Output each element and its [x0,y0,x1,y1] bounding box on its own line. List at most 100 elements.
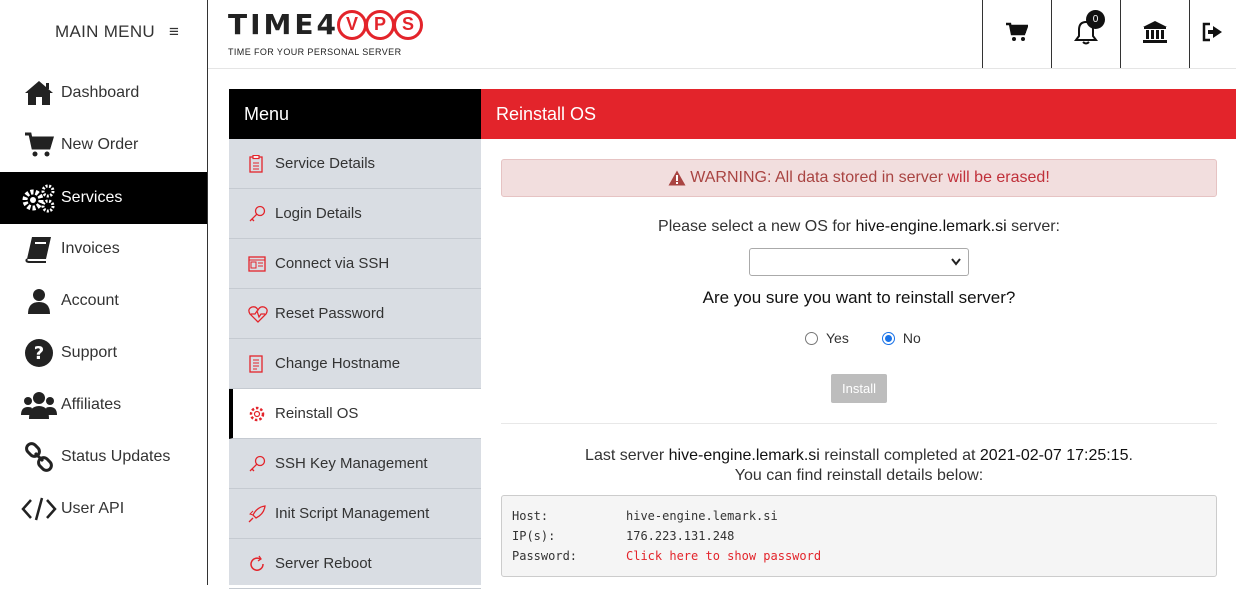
details-key: Password: [512,549,578,563]
divider [501,423,1217,424]
svg-text:?: ? [34,343,44,364]
menu-item-service-details[interactable]: Service Details [229,139,481,189]
sidebar-item-affiliates[interactable]: Affiliates [0,379,207,431]
select-os-prompt: Please select a new OS for hive-engine.l… [501,218,1217,236]
info-text: Last server [585,447,669,464]
terminal-window-icon [248,255,268,272]
menu-item-server-reboot[interactable]: Server Reboot [229,539,481,589]
sidebar-item-label: Services [61,189,123,206]
warning-emphasis: will be erased! [947,169,1050,186]
menu-item-change-hostname[interactable]: Change Hostname [229,339,481,389]
confirm-radio-group: Yes No [805,330,921,346]
sidebar-item-dashboard[interactable]: Dashboard [0,67,207,119]
clipboard-icon [248,154,268,173]
menu-item-reset-password[interactable]: Reset Password [229,289,481,339]
main-menu-title: MAIN MENU [55,22,155,41]
reinstall-timestamp: 2021-02-07 17:25:15 [979,447,1129,464]
sidebar-item-new-order[interactable]: New Order [0,119,207,171]
menu-item-label: Reinstall OS [275,405,359,422]
hamburger-icon[interactable]: ≡ [169,22,179,42]
sidebar-item-status-updates[interactable]: Status Updates [0,431,207,483]
menu-item-login-details[interactable]: Login Details [229,189,481,239]
time4vps-logo[interactable]: TIME4 V P S TIME FOR YOUR PERSONAL SERVE… [228,8,423,57]
notifications-button[interactable]: 0 [1051,0,1120,68]
logo-letter-s: S [393,9,423,40]
page-title: Reinstall OS [481,89,1236,139]
prompt-text: Please select a new OS for [658,218,856,235]
details-hint: You can find reinstall details below: [734,467,984,484]
details-key: Host: [512,509,549,523]
menu-item-label: Server Reboot [275,555,372,572]
main-sidebar: MAIN MENU ≡ Dashboard New Order Services… [0,0,208,585]
menu-item-label: Change Hostname [275,355,401,372]
prompt-text: server: [1006,218,1060,235]
sidebar-item-services[interactable]: Services [0,172,207,224]
sidebar-item-label: New Order [61,136,139,153]
info-text: . [1128,447,1133,464]
main-menu-header[interactable]: MAIN MENU ≡ [55,22,179,42]
sidebar-item-account[interactable]: Account [0,275,207,327]
chevron-down-icon [950,255,962,274]
sidebar-item-label: User API [61,500,125,517]
sidebar-item-label: Affiliates [61,396,122,413]
bank-icon [1142,20,1168,49]
sidebar-item-label: Invoices [61,240,120,257]
key-icon [248,205,268,223]
logout-button[interactable] [1189,0,1236,68]
radio-no[interactable] [881,331,895,345]
menu-item-ssh-key-management[interactable]: SSH Key Management [229,439,481,489]
details-key: IP(s): [512,529,556,543]
document-icon [248,354,268,373]
cart-icon [21,130,57,160]
menu-item-init-script-management[interactable]: Init Script Management [229,489,481,539]
refresh-icon [248,555,268,573]
logo-letter-p: P [365,9,395,40]
show-password-link[interactable]: Click here to show password [626,549,821,563]
gears-icon [21,183,57,213]
rocket-icon [248,504,268,523]
reinstall-details-box: Host: hive-engine.lemark.si IP(s): 176.2… [501,495,1217,577]
users-icon [21,390,57,420]
menu-item-label: Login Details [275,205,362,222]
confirm-question: Are you sure you want to reinstall serve… [702,288,1016,307]
details-row-password: Password: Click here to show password [512,549,821,563]
home-icon [21,78,57,108]
key-icon [248,455,268,473]
logo-word: TIME4 [228,8,339,41]
os-select[interactable] [749,248,969,276]
sidebar-item-invoices[interactable]: Invoices [0,223,207,275]
install-button[interactable]: Install [831,374,887,403]
info-text: reinstall completed at [819,447,980,464]
gear-icon [248,405,268,423]
sidebar-item-label: Status Updates [61,448,171,465]
link-icon [21,442,57,472]
question-icon: ? [21,338,57,368]
logout-icon [1202,22,1224,47]
details-row-host: Host: hive-engine.lemark.si [512,509,778,523]
cart-button[interactable] [982,0,1051,68]
logo-tagline: TIME FOR YOUR PERSONAL SERVER [228,47,402,57]
billing-button[interactable] [1120,0,1189,68]
top-bar: TIME4 V P S TIME FOR YOUR PERSONAL SERVE… [208,0,1236,69]
service-menu: Menu Service Details Login Details Conne… [229,89,481,589]
sidebar-item-label: Account [61,292,119,309]
radio-no-label[interactable]: No [903,330,921,346]
server-hostname: hive-engine.lemark.si [855,218,1007,235]
sidebar-item-support[interactable]: ? Support [0,327,207,379]
details-value: hive-engine.lemark.si [626,509,778,523]
radio-yes-label[interactable]: Yes [826,330,849,346]
code-icon [21,494,57,524]
sidebar-item-label: Dashboard [61,84,140,101]
sidebar-item-user-api[interactable]: User API [0,483,207,535]
details-row-ip: IP(s): 176.223.131.248 [512,529,734,543]
menu-item-connect-via-ssh[interactable]: Connect via SSH [229,239,481,289]
warning-alert: WARNING: All data stored in server will … [501,159,1217,197]
menu-item-label: Service Details [275,155,376,172]
details-value: 176.223.131.248 [626,529,735,543]
radio-yes[interactable] [805,331,818,345]
menu-item-reinstall-os[interactable]: Reinstall OS [229,389,481,439]
warning-text: All data stored in server [771,169,948,186]
menu-item-label: SSH Key Management [275,455,428,472]
heartbeat-icon [248,305,268,323]
menu-item-label: Init Script Management [275,505,430,522]
